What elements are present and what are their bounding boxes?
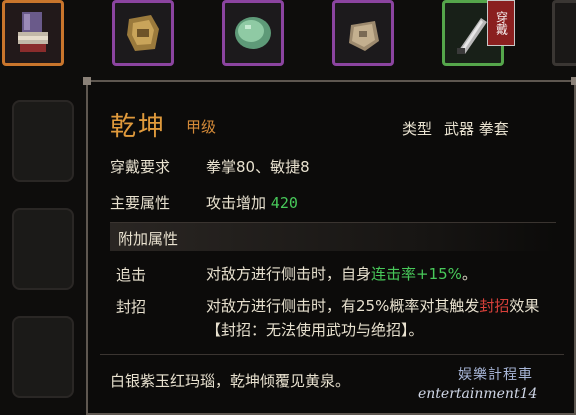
- requirement-label: 穿戴要求: [110, 158, 171, 176]
- inventory-slot-pouch[interactable]: [332, 0, 394, 66]
- inventory-slot-partial[interactable]: [552, 0, 576, 66]
- equipped-badge: 穿戴: [487, 0, 515, 46]
- glove-icon: [18, 12, 48, 52]
- skill-name: 封招: [116, 298, 147, 316]
- empty-slot[interactable]: [12, 208, 74, 290]
- skill-desc-text: 对敌方进行侧击时，自身: [206, 265, 372, 283]
- divider: [100, 354, 564, 355]
- type-value: 武器 拳套: [444, 120, 509, 138]
- jade-icon: [235, 17, 271, 49]
- skill-highlight: 连击率+15%: [371, 265, 462, 283]
- inventory-slot-bracer[interactable]: [112, 0, 174, 66]
- main-attr-number: 420: [270, 194, 298, 212]
- item-type: 类型 武器 拳套: [402, 118, 509, 139]
- type-label: 类型: [402, 120, 433, 138]
- empty-slot[interactable]: [12, 100, 74, 182]
- inventory-slot-blade[interactable]: 穿戴: [442, 0, 515, 66]
- corner-ornament: [571, 77, 576, 85]
- inventory-slot-jade[interactable]: [222, 0, 284, 66]
- skill-desc: 对敌方进行侧击时，有25%概率对其触发封招效果【封招：无法使用武功与绝招】。: [206, 294, 556, 342]
- skill-desc-text: 对敌方进行侧击时，有25%概率对其触发: [206, 297, 480, 315]
- main-attr-label: 主要属性: [110, 194, 171, 212]
- skill-name: 追击: [116, 266, 147, 284]
- empty-slot[interactable]: [12, 316, 74, 398]
- skill-desc-text: 。: [461, 265, 477, 283]
- item-name: 乾坤: [110, 112, 167, 142]
- watermark-text: 娱樂計程車: [458, 367, 533, 383]
- main-attr-text: 攻击增加: [206, 194, 267, 212]
- inventory-slot-glove[interactable]: [2, 0, 64, 66]
- extra-attr-section: 附加属性: [110, 222, 556, 251]
- item-grade: 甲级: [186, 118, 217, 136]
- flavor-text: 白银紫玉红玛瑙，乾坤倾覆见黄泉。: [110, 372, 351, 390]
- corner-ornament: [83, 77, 91, 85]
- watermark-subtext: entertainment14: [418, 386, 538, 402]
- main-attr-value: 攻击增加 420: [206, 192, 298, 213]
- item-tooltip: 乾坤 甲级 类型 武器 拳套 穿戴要求 拳掌80、敏捷8 主要属性 攻击增加 42…: [83, 77, 576, 415]
- skill-desc: 对敌方进行侧击时，自身连击率+15%。: [206, 262, 556, 286]
- bracer-icon: [127, 15, 159, 51]
- section-title: 附加属性: [118, 230, 179, 248]
- pouch-icon: [349, 21, 379, 51]
- skill-highlight: 封招: [479, 297, 510, 315]
- requirement-value: 拳掌80、敏捷8: [206, 158, 310, 176]
